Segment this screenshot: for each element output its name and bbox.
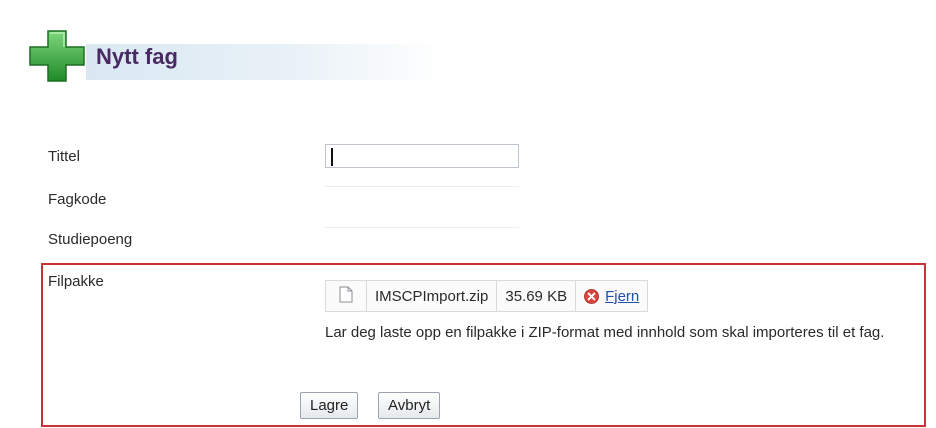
title-input[interactable] (325, 144, 519, 168)
save-button[interactable]: Lagre (300, 392, 359, 419)
title-label: Tittel (48, 148, 80, 165)
course-code-field[interactable] (325, 186, 519, 187)
uploaded-file-row: IMSCPImport.zip 35.69 KB Fjern (325, 280, 649, 312)
file-name: IMSCPImport.zip (367, 281, 498, 311)
remove-icon (584, 288, 599, 304)
course-code-label: Fagkode (48, 191, 107, 208)
cancel-button[interactable]: Avbryt (378, 392, 441, 419)
file-icon-cell (326, 281, 367, 311)
file-icon (339, 286, 353, 307)
credits-label: Studiepoeng (48, 231, 133, 248)
page-header: Nytt fag (26, 28, 446, 82)
remove-label: Fjern (605, 287, 640, 305)
file-size: 35.69 KB (497, 281, 577, 311)
plus-icon (26, 27, 88, 83)
file-package-help-text: Lar deg laste opp en filpakke i ZIP-form… (325, 324, 885, 341)
credits-field[interactable] (325, 227, 519, 228)
text-cursor (331, 148, 333, 166)
file-package-label: Filpakke (48, 273, 104, 290)
page-title: Nytt fag (96, 44, 178, 69)
remove-cell: Fjern (576, 281, 647, 311)
remove-file-link[interactable]: Fjern (584, 288, 639, 305)
new-course-page: Nytt fag Tittel Fagkode Studiepoeng Filp… (0, 0, 936, 428)
